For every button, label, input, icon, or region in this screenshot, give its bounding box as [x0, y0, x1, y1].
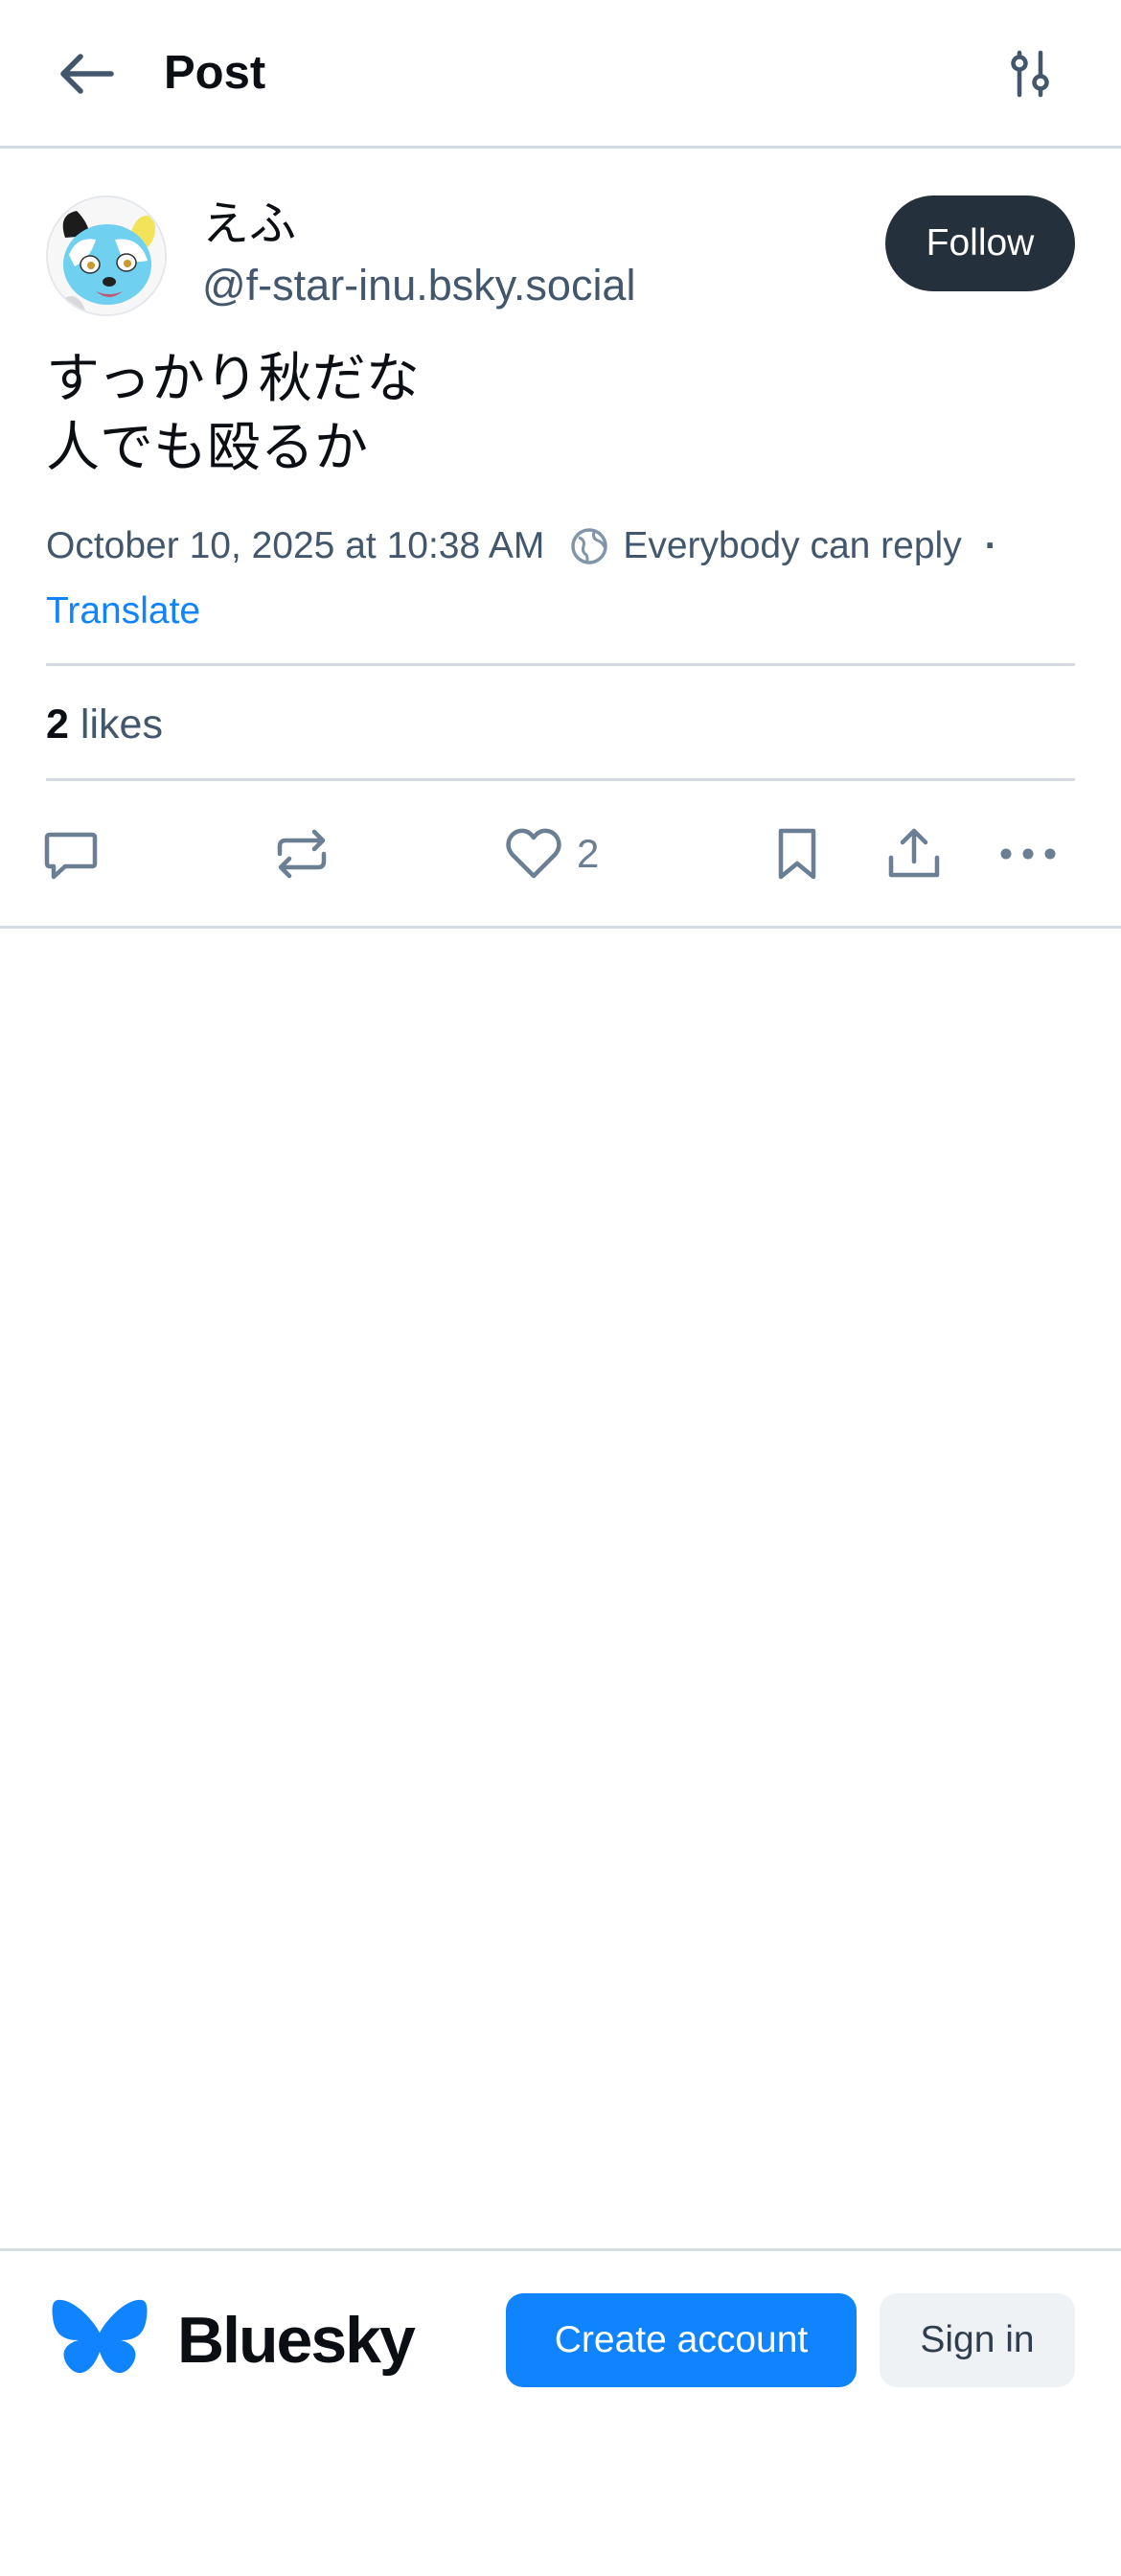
globe-icon [569, 526, 609, 566]
post-action-bar: 2 [0, 811, 1121, 895]
sliders-icon [1011, 50, 1049, 98]
butterfly-icon [52, 2299, 148, 2374]
top-bar: Post [0, 0, 1121, 149]
post-text-line: すっかり秋だな [46, 348, 420, 410]
like-button[interactable]: 2 [504, 818, 599, 889]
repost-icon [277, 829, 327, 879]
divider [46, 663, 1075, 666]
reply-setting[interactable]: Everybody can reply [623, 525, 961, 567]
repost-button[interactable] [272, 818, 332, 889]
reply-button[interactable] [42, 818, 100, 889]
arrow-left-icon [60, 54, 114, 94]
bookmark-button[interactable] [772, 818, 822, 889]
back-button[interactable] [46, 38, 126, 109]
post-text: すっかり秋だな 人でも殴るか [46, 345, 420, 483]
speech-bubble-icon [44, 832, 98, 880]
post-text-line: 人でも殴るか [46, 417, 368, 479]
divider [0, 2248, 1121, 2251]
bookmark-icon [778, 828, 816, 880]
more-dots-icon [1000, 848, 1056, 860]
brand-name: Bluesky [177, 2304, 416, 2377]
meta-separator: · [984, 525, 997, 566]
post-timestamp[interactable]: October 10, 2025 at 10:38 AM [46, 525, 544, 567]
share-icon [888, 828, 940, 878]
logo [52, 2296, 148, 2380]
page-title: Post [164, 47, 266, 99]
likes-count: 2 [46, 702, 69, 748]
sign-in-button[interactable]: Sign in [880, 2293, 1075, 2387]
avatar[interactable] [46, 196, 167, 316]
like-count: 2 [577, 831, 600, 876]
translate-link[interactable]: Translate [46, 583, 200, 640]
likes-label: likes [80, 702, 163, 748]
post-meta: October 10, 2025 at 10:38 AM Everybody c… [46, 518, 997, 575]
author-display-name[interactable]: えふ [202, 196, 296, 253]
thread-settings-button[interactable] [993, 38, 1069, 109]
likes-summary[interactable]: 2 likes [46, 694, 163, 755]
divider [46, 778, 1075, 781]
follow-button[interactable]: Follow [885, 196, 1075, 291]
avatar-image [48, 197, 165, 314]
divider [0, 926, 1121, 929]
author-handle[interactable]: @f-star-inu.bsky.social [202, 257, 635, 314]
heart-icon [506, 828, 561, 879]
more-options-button[interactable] [998, 818, 1058, 889]
create-account-button[interactable]: Create account [506, 2293, 857, 2387]
share-button[interactable] [885, 818, 943, 889]
